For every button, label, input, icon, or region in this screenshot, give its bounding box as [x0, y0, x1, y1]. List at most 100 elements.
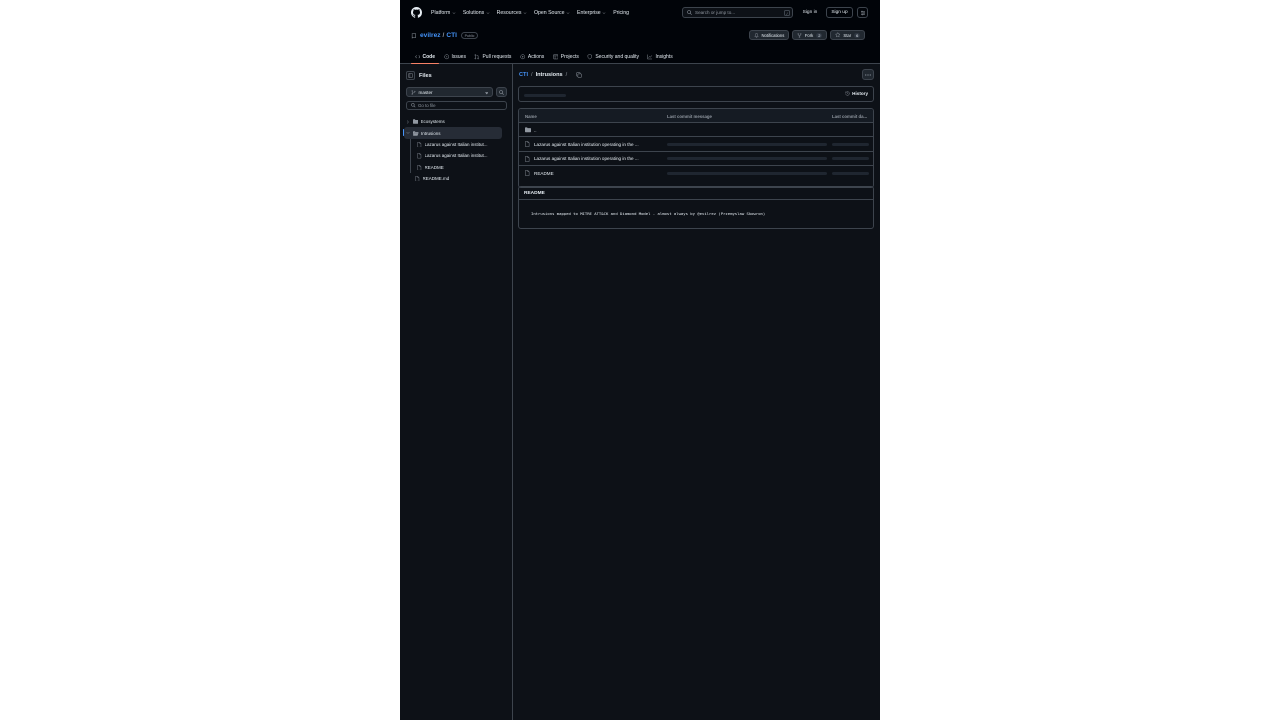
tab-issues[interactable]: Issues [440, 50, 469, 64]
file-name[interactable]: README [534, 171, 554, 176]
github-page: Platform Solutions Resources Open Source… [400, 0, 880, 720]
breadcrumb-current: Intrusions [535, 72, 563, 78]
search-files-button[interactable] [496, 87, 507, 97]
file-name[interactable]: Lazarus against Italian institution oper… [534, 156, 639, 161]
sidebar-collapse-icon [408, 73, 413, 78]
commit-message-skeleton [667, 157, 827, 161]
tree-item-folder-selected[interactable]: Intrusions [402, 127, 502, 139]
file-icon [525, 141, 530, 148]
nav-solutions[interactable]: Solutions [463, 10, 490, 16]
commit-loading-skeleton [524, 93, 566, 97]
file-icon [417, 164, 422, 170]
tab-insights[interactable]: Insights [644, 50, 676, 64]
nav-platform[interactable]: Platform [431, 10, 456, 16]
readme-title: README [519, 187, 873, 200]
tree-item-file[interactable]: README [400, 162, 513, 173]
chevron-down-icon [406, 132, 410, 135]
nav-label: Open Source [533, 9, 565, 16]
commit-message-skeleton [667, 171, 827, 175]
shield-icon [587, 54, 593, 60]
table-row[interactable]: Lazarus against Italian institution oper… [519, 137, 873, 152]
fork-button[interactable]: Fork 2 [792, 30, 828, 40]
pull-request-icon [475, 54, 480, 60]
tab-label: Issues [451, 54, 466, 60]
tree-item-file[interactable]: README.md [400, 173, 513, 184]
nav-pricing[interactable]: Pricing [613, 10, 629, 16]
repo-title-separator: / [442, 32, 445, 40]
history-icon [845, 91, 850, 96]
repo-title: evilrez / CTI Public [411, 32, 478, 40]
branch-selector[interactable]: master [406, 87, 493, 97]
commit-date-skeleton [832, 157, 869, 161]
github-logo-icon[interactable] [411, 7, 422, 18]
star-label: Star [843, 32, 852, 38]
tab-label: Actions [527, 54, 545, 60]
star-button[interactable]: Star 6 [830, 30, 866, 40]
collapse-sidebar-button[interactable] [406, 71, 415, 80]
tab-actions[interactable]: Actions [516, 50, 547, 64]
tab-projects[interactable]: Projects [549, 50, 582, 64]
file-name[interactable]: .. [534, 128, 537, 133]
branch-name: master [418, 89, 433, 95]
chevron-down-icon [523, 11, 527, 14]
table-icon [553, 54, 558, 60]
files-header: Files [406, 71, 432, 80]
tab-label: Code [422, 54, 436, 60]
file-table-header: Name Last commit message Last commit da.… [519, 109, 873, 123]
history-button[interactable]: History [845, 91, 868, 96]
notifications-label: Notifications [761, 32, 785, 38]
readme-panel: README Intrusions mapped to MITRE ATT&CK… [518, 186, 874, 229]
issue-icon [443, 54, 449, 60]
tab-code[interactable]: Code [411, 50, 439, 65]
fork-label: Fork [804, 32, 814, 38]
tree-item-label: Ecosystems [420, 119, 445, 125]
search-icon [411, 103, 416, 108]
search-icon [687, 10, 692, 15]
branch-icon [411, 89, 416, 95]
repository-header: evilrez / CTI Public Notifications Fork … [400, 25, 880, 65]
visibility-badge: Public [461, 32, 478, 40]
kebab-horizontal-icon [865, 73, 871, 76]
nav-label: Pricing [613, 9, 630, 16]
repo-name-link[interactable]: CTI [446, 32, 457, 39]
folder-icon [525, 127, 531, 133]
copy-path-icon[interactable] [576, 72, 582, 78]
nav-open-source[interactable]: Open Source [534, 10, 570, 16]
file-tree-sidebar: Files master Go to file Ecosystems Intru… [400, 64, 513, 720]
go-to-file-placeholder: Go to file [418, 103, 436, 108]
sign-in-button[interactable]: Sign in [798, 7, 822, 18]
sign-up-button[interactable]: Sign up [826, 7, 853, 18]
nav-label: Enterprise [577, 9, 601, 16]
file-name[interactable]: Lazarus against Italian institution oper… [534, 142, 639, 147]
repo-icon [411, 32, 416, 38]
folder-open-icon [413, 130, 419, 136]
table-row[interactable]: README [519, 166, 873, 180]
table-row[interactable]: Lazarus against Italian institution oper… [519, 152, 873, 167]
table-row[interactable]: .. [519, 123, 873, 138]
site-menu-button[interactable] [857, 7, 868, 18]
breadcrumb-root-link[interactable]: CTI [519, 72, 528, 78]
commit-date-skeleton [832, 171, 869, 175]
more-options-button[interactable] [862, 69, 874, 80]
nav-enterprise[interactable]: Enterprise [577, 10, 606, 16]
notifications-button[interactable]: Notifications [749, 30, 790, 40]
nav-resources[interactable]: Resources [497, 10, 527, 16]
tree-item-folder[interactable]: Ecosystems [400, 116, 513, 127]
commit-message-skeleton [667, 142, 827, 146]
file-table: Name Last commit message Last commit da.… [518, 108, 874, 188]
tree-item-file[interactable]: Lazarus against Italian institut... [400, 139, 513, 150]
file-tree: Ecosystems Intrusions Lazarus against It… [400, 116, 513, 184]
go-to-file-input[interactable]: Go to file [406, 101, 507, 110]
tree-item-label: README [424, 164, 444, 170]
repo-actions: Notifications Fork 2 Star 6 [749, 30, 866, 40]
search-input[interactable]: Search or jump to... / [682, 7, 793, 18]
tab-pull-requests[interactable]: Pull requests [471, 50, 515, 64]
tree-item-label: Lazarus against Italian institut... [424, 141, 488, 147]
nav-label: Solutions [462, 9, 485, 16]
tree-item-file[interactable]: Lazarus against Italian institut... [400, 150, 513, 161]
file-icon [525, 155, 530, 162]
tab-security[interactable]: Security and quality [584, 50, 643, 64]
main-nav: Platform Solutions Resources Open Source… [431, 0, 636, 25]
history-label: History [852, 91, 868, 96]
repo-owner-link[interactable]: evilrez [420, 32, 441, 39]
